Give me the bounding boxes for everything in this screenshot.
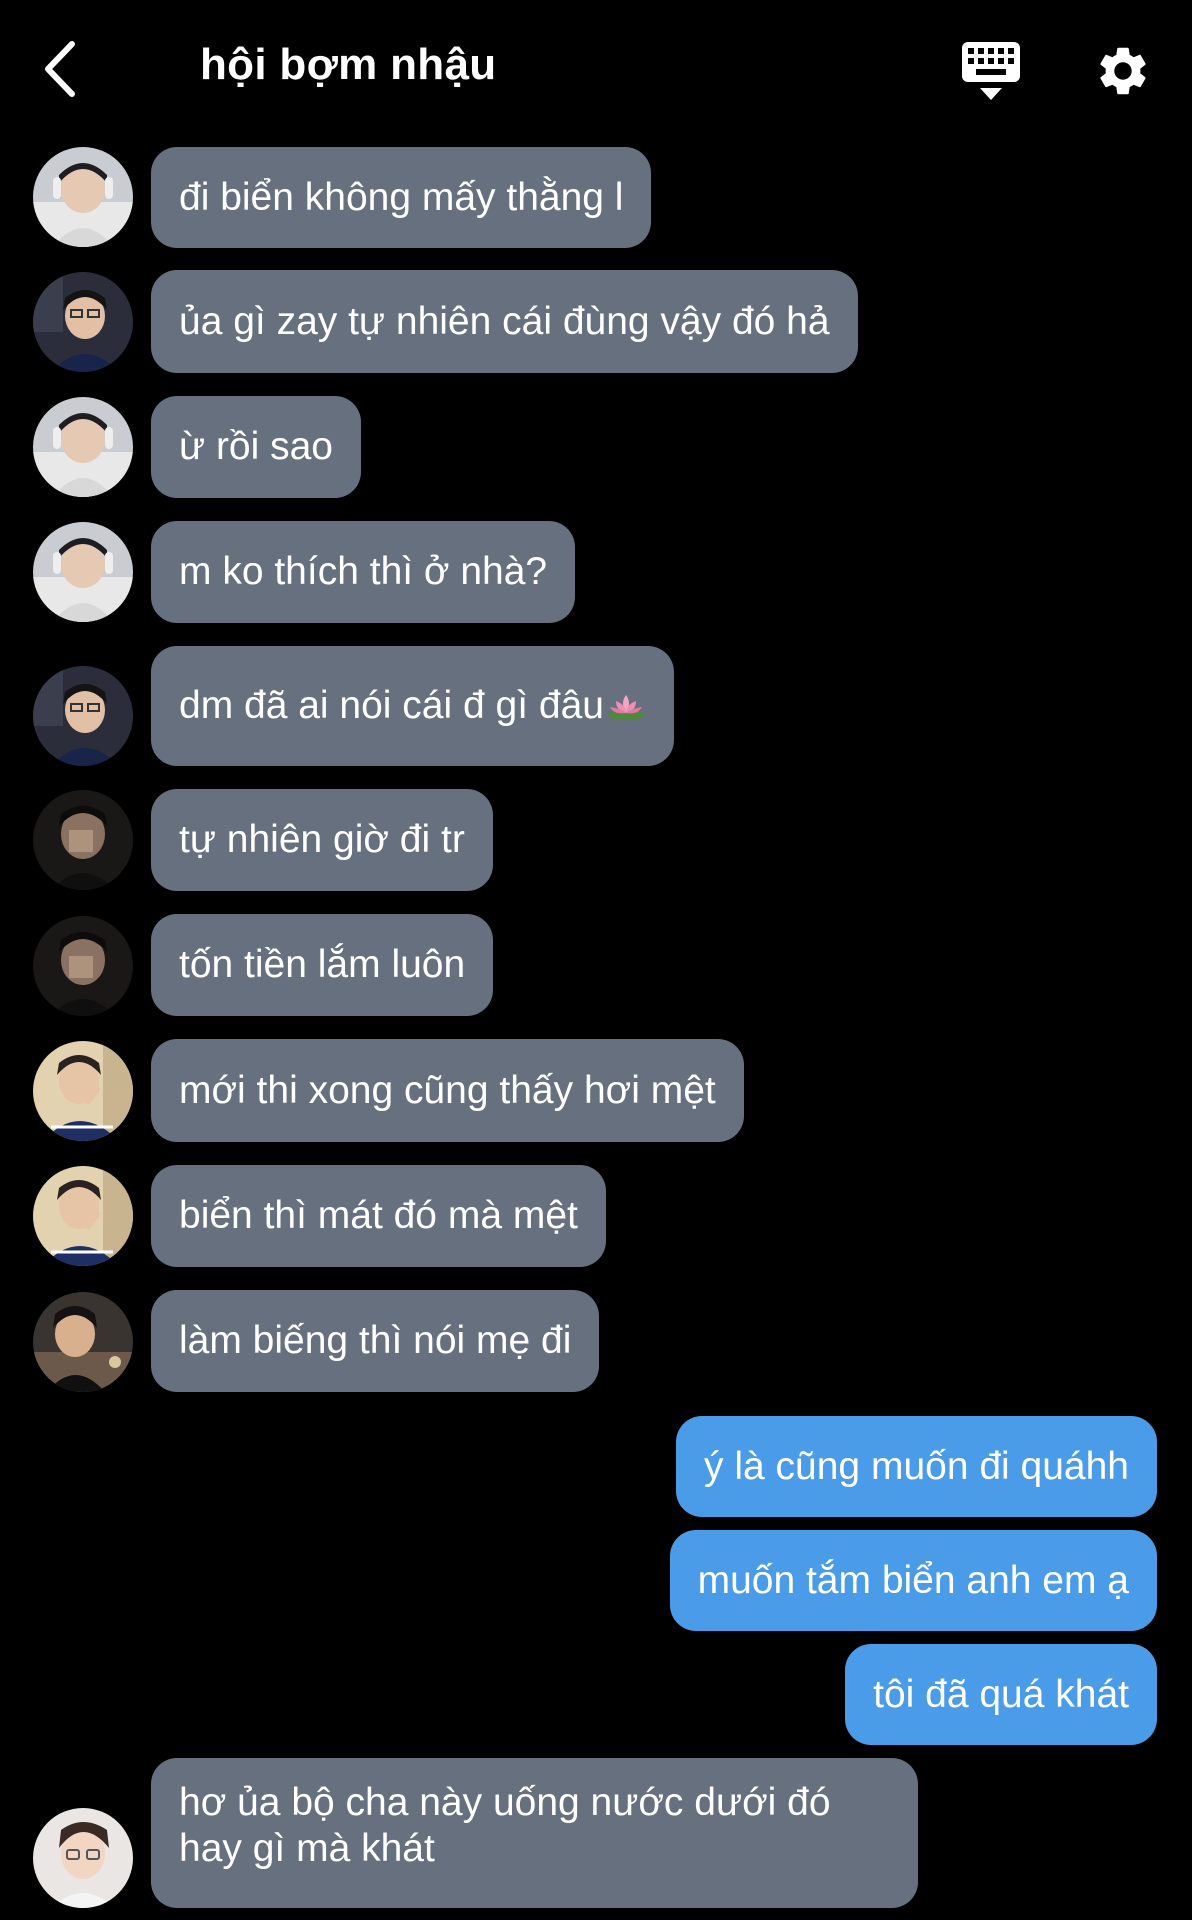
message-row: m ko thích thì ở nhà? bbox=[0, 521, 1192, 623]
message-bubble-outgoing[interactable]: ý là cũng muốn đi quáhh bbox=[676, 1416, 1157, 1517]
message-row: dm đã ai nói cái đ gì đâu bbox=[0, 646, 1192, 766]
message-text: biển thì mát đó mà mệt bbox=[179, 1194, 578, 1237]
avatar[interactable] bbox=[33, 1041, 133, 1141]
message-row: tốn tiền lắm luôn bbox=[0, 914, 1192, 1016]
message-text: tốn tiền lắm luôn bbox=[179, 943, 466, 986]
message-text: ừ rồi sao bbox=[179, 425, 334, 468]
message-text: dm đã ai nói cái đ gì đâu bbox=[179, 684, 604, 727]
chat-title: hội bợm nhậu bbox=[200, 40, 497, 89]
gear-icon bbox=[1100, 47, 1146, 95]
chevron-left-icon bbox=[45, 41, 75, 97]
message-text: muốn tắm biển anh em ạ bbox=[697, 1558, 1129, 1602]
message-bubble-outgoing[interactable]: muốn tắm biển anh em ạ bbox=[669, 1530, 1157, 1631]
message-text: mới thi xong cũng thấy hơi mệt bbox=[179, 1068, 716, 1112]
settings-button[interactable] bbox=[1094, 42, 1152, 100]
message-bubble-incoming[interactable]: tự nhiên giờ đi tr bbox=[151, 789, 493, 891]
message-bubble-incoming[interactable]: dm đã ai nói cái đ gì đâu bbox=[151, 646, 674, 766]
message-bubble-incoming[interactable]: hơ ủa bộ cha này uống nước dưới đó hay g… bbox=[151, 1758, 918, 1908]
message-text: hơ ủa bộ cha này uống nước dưới đó hay g… bbox=[179, 1781, 831, 1870]
message-row: ý là cũng muốn đi quáhh bbox=[0, 1416, 1192, 1517]
message-row: làm biếng thì nói mẹ đi bbox=[0, 1290, 1192, 1392]
message-text: ủa gì zay tự nhiên cái đùng vậy đó hả bbox=[179, 299, 830, 343]
message-bubble-incoming[interactable]: ủa gì zay tự nhiên cái đùng vậy đó hả bbox=[151, 270, 858, 373]
keyboard-toggle-button[interactable] bbox=[962, 42, 1020, 102]
avatar[interactable] bbox=[33, 916, 133, 1016]
message-text: đi biển không mấy thằng l bbox=[179, 175, 624, 219]
avatar[interactable] bbox=[33, 147, 133, 247]
message-row: hơ ủa bộ cha này uống nước dưới đó hay g… bbox=[0, 1758, 1192, 1908]
message-bubble-incoming[interactable]: ừ rồi sao bbox=[151, 396, 362, 498]
message-bubble-incoming[interactable]: mới thi xong cũng thấy hơi mệt bbox=[151, 1039, 744, 1142]
keyboard-hide-icon bbox=[962, 42, 1020, 100]
avatar[interactable] bbox=[33, 1808, 133, 1908]
lotus-emoji bbox=[607, 695, 644, 720]
message-bubble-incoming[interactable]: m ko thích thì ở nhà? bbox=[151, 521, 576, 623]
message-row: ủa gì zay tự nhiên cái đùng vậy đó hả bbox=[0, 270, 1192, 373]
avatar[interactable] bbox=[33, 397, 133, 497]
message-text: m ko thích thì ở nhà? bbox=[179, 550, 548, 593]
avatar[interactable] bbox=[33, 1292, 133, 1392]
avatar[interactable] bbox=[33, 666, 133, 766]
message-bubble-incoming[interactable]: làm biếng thì nói mẹ đi bbox=[151, 1290, 600, 1392]
avatar[interactable] bbox=[33, 522, 133, 622]
message-row: muốn tắm biển anh em ạ bbox=[0, 1530, 1192, 1631]
message-bubble-outgoing[interactable]: tôi đã quá khát bbox=[845, 1644, 1157, 1745]
avatar[interactable] bbox=[33, 272, 133, 372]
message-text: tôi đã quá khát bbox=[873, 1672, 1129, 1716]
message-row: biển thì mát đó mà mệt bbox=[0, 1165, 1192, 1267]
message-bubble-incoming[interactable]: tốn tiền lắm luôn bbox=[151, 914, 494, 1016]
message-text: làm biếng thì nói mẹ đi bbox=[179, 1319, 572, 1362]
message-row: tôi đã quá khát bbox=[0, 1644, 1192, 1745]
message-text: tự nhiên giờ đi tr bbox=[179, 818, 465, 861]
message-row: mới thi xong cũng thấy hơi mệt bbox=[0, 1039, 1192, 1142]
message-bubble-incoming[interactable]: biển thì mát đó mà mệt bbox=[151, 1165, 606, 1267]
message-row: tự nhiên giờ đi tr bbox=[0, 789, 1192, 891]
message-row: đi biển không mấy thằng l bbox=[0, 147, 1192, 248]
message-bubble-incoming[interactable]: đi biển không mấy thằng l bbox=[151, 147, 652, 248]
message-text: ý là cũng muốn đi quáhh bbox=[704, 1444, 1129, 1488]
avatar[interactable] bbox=[33, 1166, 133, 1266]
chat-header: hội bợm nhậu bbox=[0, 0, 1192, 140]
back-button[interactable] bbox=[38, 38, 88, 100]
avatar[interactable] bbox=[33, 790, 133, 890]
message-row: ừ rồi sao bbox=[0, 396, 1192, 498]
